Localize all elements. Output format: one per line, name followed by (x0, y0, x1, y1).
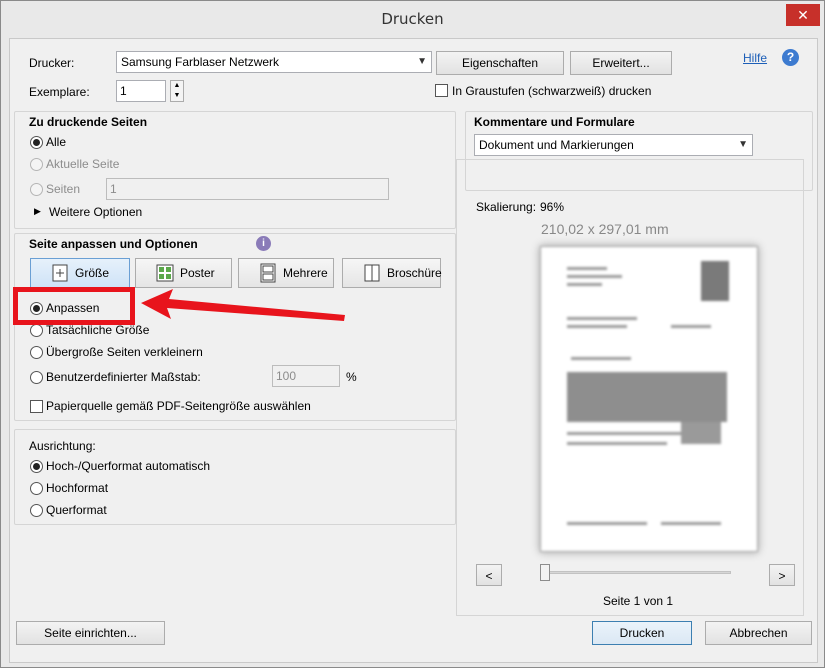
custom-scale-radio[interactable] (30, 371, 43, 384)
window-title: Drucken (381, 10, 444, 28)
portrait-label: Hochformat (46, 481, 109, 495)
portrait-radio[interactable] (30, 482, 43, 495)
shrink-radio[interactable] (30, 346, 43, 359)
scaling-label: Skalierung: (476, 200, 537, 214)
next-page-button[interactable]: > (769, 564, 795, 586)
help-icon[interactable]: ? (782, 49, 799, 66)
custom-scale-input[interactable]: 100 (272, 365, 340, 387)
tab-poster-label: Poster (180, 266, 215, 280)
advanced-button[interactable]: Erweitert... (570, 51, 672, 75)
annotation-arrow-icon (141, 289, 345, 321)
paper-source-label: Papierquelle gemäß PDF-Seitengröße auswä… (46, 399, 311, 413)
copies-input[interactable]: 1 (116, 80, 166, 102)
properties-button[interactable]: Eigenschaften (436, 51, 564, 75)
poster-icon (156, 264, 174, 282)
scaling-value: 96% (540, 200, 565, 214)
current-page-label: Aktuelle Seite (46, 157, 120, 171)
copies-stepper[interactable]: ▲ ▼ (170, 80, 184, 102)
cancel-button[interactable]: Abbrechen (705, 621, 812, 645)
tab-poster[interactable]: Poster (135, 258, 232, 288)
all-pages-label: Alle (46, 135, 67, 149)
page-range-input[interactable]: 1 (106, 178, 389, 200)
tab-multiple-label: Mehrere (283, 266, 328, 280)
pages-heading: Zu druckende Seiten (29, 115, 148, 129)
page-slider-track[interactable] (546, 571, 731, 574)
print-dialog: Drucken ✕ Drucker: Samsung Farblaser Net… (0, 0, 825, 668)
orientation-heading: Ausrichtung: (29, 439, 96, 453)
page-size-label: 210,02 x 297,01 mm (541, 221, 669, 237)
preview-page (540, 246, 758, 552)
chevron-down-icon: ▼ (738, 139, 748, 150)
page-range-radio[interactable] (30, 183, 43, 196)
landscape-label: Querformat (46, 503, 107, 517)
printer-select-value: Samsung Farblaser Netzwerk (121, 55, 280, 69)
multiple-icon (260, 263, 276, 283)
percent-label: % (346, 370, 357, 384)
printer-select[interactable]: Samsung Farblaser Netzwerk ▼ (116, 51, 432, 73)
actual-size-radio[interactable] (30, 324, 43, 337)
landscape-radio[interactable] (30, 504, 43, 517)
copies-label: Exemplare: (29, 85, 90, 99)
grayscale-label: In Graustufen (schwarzweiß) drucken (452, 84, 652, 98)
all-pages-radio[interactable] (30, 136, 43, 149)
comments-heading: Kommentare und Formulare (474, 115, 635, 129)
orientation-auto-label: Hoch-/Querformat automatisch (46, 459, 211, 473)
help-link[interactable]: Hilfe (743, 51, 767, 65)
annotation-highlight-box (13, 287, 135, 325)
comments-select[interactable]: Dokument und Markierungen ▼ (474, 134, 753, 156)
page-range-label: Seiten (46, 182, 81, 196)
prev-page-button[interactable]: < (476, 564, 502, 586)
chevron-down-icon: ▼ (417, 56, 427, 67)
booklet-icon (364, 264, 380, 282)
grayscale-checkbox[interactable] (435, 84, 448, 97)
page-slider-thumb[interactable] (540, 564, 550, 581)
expand-triangle-icon[interactable]: ▶ (34, 206, 41, 217)
comments-select-value: Dokument und Markierungen (479, 138, 634, 152)
custom-scale-label: Benutzerdefinierter Maßstab: (46, 370, 201, 384)
orientation-auto-radio[interactable] (30, 460, 43, 473)
paper-source-checkbox[interactable] (30, 400, 43, 413)
title-bar: Drucken ✕ (1, 1, 824, 38)
tab-size-label: Größe (75, 266, 110, 280)
size-icon (52, 264, 68, 282)
page-setup-button[interactable]: Seite einrichten... (16, 621, 165, 645)
current-page-radio[interactable] (30, 158, 43, 171)
page-status: Seite 1 von 1 (603, 594, 674, 608)
tab-multiple[interactable]: Mehrere (238, 258, 334, 288)
tab-size[interactable]: Größe (30, 258, 130, 288)
close-button[interactable]: ✕ (786, 4, 820, 26)
sizing-heading: Seite anpassen und Optionen (29, 237, 198, 251)
shrink-label: Übergroße Seiten verkleinern (46, 345, 203, 359)
printer-label: Drucker: (29, 56, 75, 70)
print-button[interactable]: Drucken (592, 621, 692, 645)
tab-booklet[interactable]: Broschüre (342, 258, 442, 288)
info-icon[interactable]: i (256, 236, 271, 251)
actual-size-label: Tatsächliche Größe (46, 323, 150, 337)
tab-booklet-label: Broschüre (387, 266, 442, 280)
more-options-label[interactable]: Weitere Optionen (49, 205, 142, 219)
